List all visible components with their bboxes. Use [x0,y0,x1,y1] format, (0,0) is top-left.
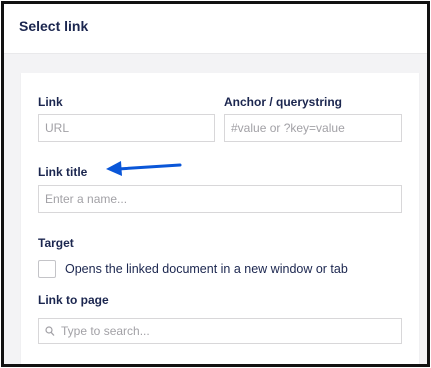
link-form-panel: Link Anchor / querystring Link title Tar… [21,73,419,364]
link-title-input[interactable] [38,185,402,213]
anchor-label: Anchor / querystring [224,95,343,109]
page-search-input[interactable] [57,319,401,343]
link-title-label: Link title [38,165,88,179]
annotation-arrow-icon [106,161,182,176]
page-search-box[interactable] [38,318,402,344]
anchor-querystring-input[interactable] [224,114,402,142]
search-icon [45,326,55,336]
new-window-checkbox-label[interactable]: Opens the linked document in a new windo… [65,262,348,276]
link-url-input[interactable] [38,114,215,142]
new-window-checkbox[interactable] [38,260,56,278]
link-to-page-label: Link to page [38,293,109,307]
dialog-frame: Select link Link Anchor / querystring Li… [1,1,430,367]
dialog-title: Select link [19,18,89,34]
dialog-header: Select link [4,4,427,54]
link-label: Link [38,95,63,109]
target-label: Target [38,236,74,250]
